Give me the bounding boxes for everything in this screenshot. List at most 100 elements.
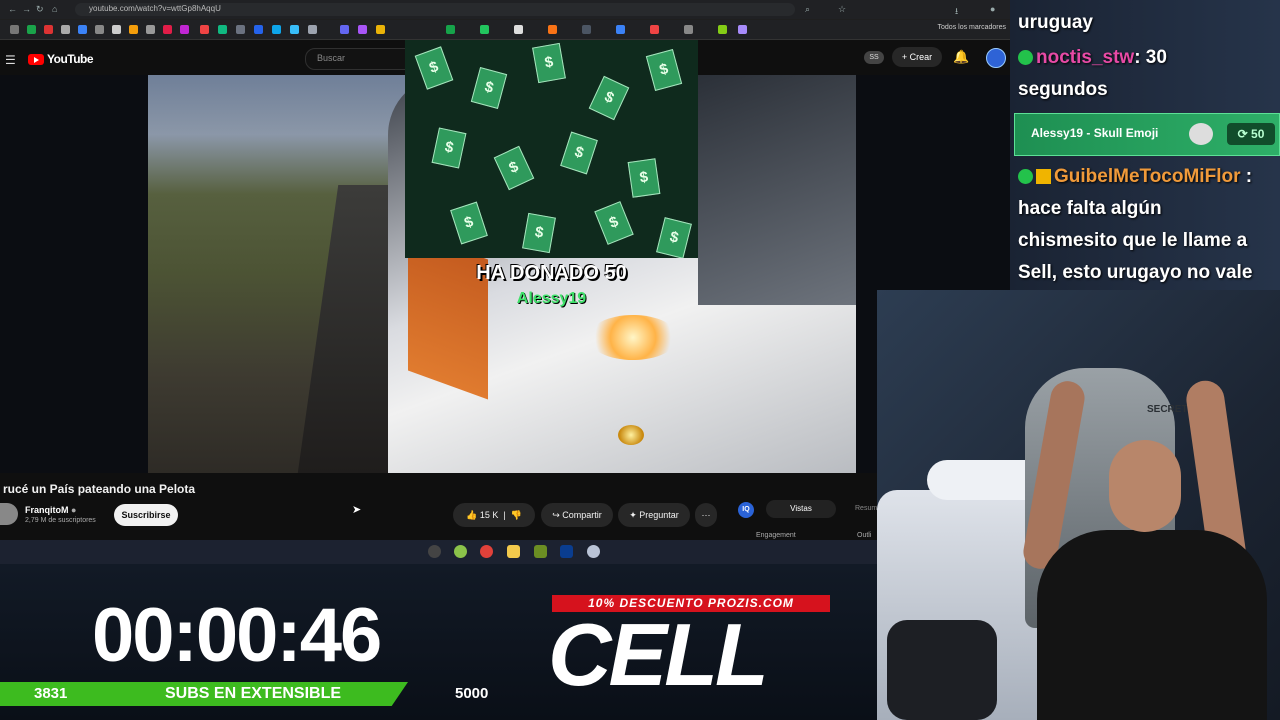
bookmark-icon[interactable] xyxy=(27,25,36,34)
create-button[interactable]: + Crear xyxy=(892,47,942,67)
video-title: rucé un País pateando una Pelota xyxy=(3,482,196,496)
account-badge[interactable]: SS xyxy=(864,51,884,64)
photoshop-app-icon[interactable] xyxy=(560,545,573,558)
system-app-icon[interactable] xyxy=(428,545,441,558)
subscribe-button[interactable]: Suscribirse xyxy=(114,504,178,526)
url-text: youtube.com/watch?v=wttGp8hAqqU xyxy=(89,4,221,13)
search-placeholder: Buscar xyxy=(317,53,346,63)
minecraft-app-icon[interactable] xyxy=(534,545,547,558)
bookmark-icon[interactable] xyxy=(129,25,138,34)
dollar-bill-icon: $ xyxy=(470,66,508,110)
user-avatar[interactable] xyxy=(986,48,1006,68)
bookmark-icon[interactable] xyxy=(254,25,263,34)
download-icon[interactable]: ⭳ xyxy=(955,4,958,20)
url-field[interactable]: youtube.com/watch?v=wttGp8hAqqU xyxy=(75,3,795,16)
engagement-label: Engagement xyxy=(756,532,796,539)
hamburger-menu-icon[interactable]: ☰ xyxy=(5,53,16,67)
streamer-body xyxy=(1037,530,1267,720)
xbox-app-icon[interactable] xyxy=(454,545,467,558)
back-icon[interactable]: ← xyxy=(8,4,17,14)
profile-icon[interactable]: ● xyxy=(990,4,995,14)
bookmark-icon[interactable] xyxy=(200,25,209,34)
star-icon[interactable]: ☆ xyxy=(838,4,846,15)
bookmark-icon[interactable] xyxy=(446,25,455,34)
more-actions-button[interactable]: ··· xyxy=(695,503,717,527)
bookmark-icon[interactable] xyxy=(650,25,659,34)
bookmark-icon[interactable] xyxy=(514,25,523,34)
share-icon: ↪ xyxy=(552,510,560,520)
ask-button[interactable]: ✦ Preguntar xyxy=(618,503,690,527)
bookmark-icon[interactable] xyxy=(10,25,19,34)
tab-resumen[interactable]: Resum xyxy=(855,505,877,512)
outliers-label: Outli xyxy=(857,532,872,539)
bookmark-icon[interactable] xyxy=(718,25,727,34)
thumbs-up-icon: 👍 xyxy=(466,510,478,520)
bookmark-icon[interactable] xyxy=(480,25,489,34)
bookmark-icon[interactable] xyxy=(290,25,299,34)
file-explorer-icon[interactable] xyxy=(507,545,520,558)
iq-icon[interactable]: IQ xyxy=(738,502,754,518)
dollar-bill-icon: $ xyxy=(431,127,467,169)
bookmark-icon[interactable] xyxy=(340,25,349,34)
bookmark-icon[interactable] xyxy=(358,25,367,34)
notifications-bell-icon[interactable]: 🔔 xyxy=(953,49,969,65)
browser-chrome: ← → ↻ ⌂ youtube.com/watch?v=wttGp8hAqqU … xyxy=(0,0,1010,40)
dollar-bill-icon: $ xyxy=(656,217,692,258)
donation-alert-title: HA DONADO 50 xyxy=(476,262,627,284)
reload-icon[interactable]: ↻ xyxy=(36,4,44,15)
chat-message-text: : 30 xyxy=(1134,47,1167,68)
bookmark-icon[interactable] xyxy=(272,25,281,34)
channel-subscribers: 2,79 M de suscriptores xyxy=(25,517,96,524)
search-input[interactable]: Buscar xyxy=(305,48,407,70)
skull-emoji-icon xyxy=(1189,123,1213,145)
bookmark-icon[interactable] xyxy=(218,25,227,34)
donation-name: Alessy19 - Skull Emoji xyxy=(1031,126,1159,140)
share-button[interactable]: ↪ Compartir xyxy=(541,503,613,527)
bookmark-icon[interactable] xyxy=(95,25,104,34)
bookmark-icon[interactable] xyxy=(376,25,385,34)
all-bookmarks-folder[interactable]: Todos los marcadores xyxy=(938,24,1006,31)
chat-badge-icon xyxy=(1018,50,1033,66)
chat-message-text: uruguay xyxy=(1018,12,1093,33)
bookmark-icon[interactable] xyxy=(582,25,591,34)
bus-windshield xyxy=(698,75,856,305)
x-icon[interactable] xyxy=(61,25,70,34)
ask-label: Preguntar xyxy=(639,510,679,520)
dollar-bill-icon: $ xyxy=(522,212,556,254)
bus-foglight xyxy=(618,425,644,445)
thumbs-down-icon: 👎 xyxy=(510,510,522,520)
bookmark-icon[interactable] xyxy=(308,25,317,34)
subs-current: 3831 xyxy=(34,685,68,702)
bookmark-icon[interactable] xyxy=(146,25,155,34)
bookmark-icon[interactable] xyxy=(738,25,747,34)
bookmark-icon[interactable] xyxy=(236,25,245,34)
game-app-icon[interactable] xyxy=(587,545,600,558)
youtube-logo[interactable]: YouTube xyxy=(28,52,94,66)
address-bar-row: ← → ↻ ⌂ youtube.com/watch?v=wttGp8hAqqU … xyxy=(0,0,1010,19)
tab-vistas[interactable]: Vistas xyxy=(766,500,836,518)
chrome-app-icon[interactable] xyxy=(480,545,493,558)
bookmark-icon[interactable] xyxy=(78,25,87,34)
bookmark-icon[interactable] xyxy=(684,25,693,34)
bookmark-icon[interactable] xyxy=(616,25,625,34)
like-button[interactable]: 👍 15 K | 👎 xyxy=(453,503,535,527)
zoom-icon[interactable]: ⌕ xyxy=(805,4,810,15)
channel-name-text: FranqitoM xyxy=(25,505,69,515)
gmail-icon[interactable] xyxy=(44,25,53,34)
donation-amount: ⟳ 50 xyxy=(1227,123,1275,145)
bookmark-icon[interactable] xyxy=(180,25,189,34)
like-count: 15 K xyxy=(479,510,499,520)
dollar-bill-icon: $ xyxy=(493,145,535,191)
bus-headlight xyxy=(588,315,678,360)
mouse-cursor-icon: ➤ xyxy=(352,504,362,516)
donation-alert-animation: $ $ $ $ $ $ $ $ $ $ $ $ $ xyxy=(405,40,698,258)
channel-name[interactable]: FranqitoM ● xyxy=(25,505,76,515)
bookmark-icon[interactable] xyxy=(548,25,557,34)
forward-icon[interactable]: → xyxy=(22,4,31,14)
chat-message-text: chismesito que le llame a xyxy=(1018,230,1248,251)
bookmark-icon[interactable] xyxy=(163,25,172,34)
home-icon[interactable]: ⌂ xyxy=(52,4,57,14)
bookmark-icon[interactable] xyxy=(112,25,121,34)
subs-label: SUBS EN EXTENSIBLE xyxy=(165,685,342,702)
bookmarks-bar: Todos los marcadores xyxy=(0,20,1010,40)
